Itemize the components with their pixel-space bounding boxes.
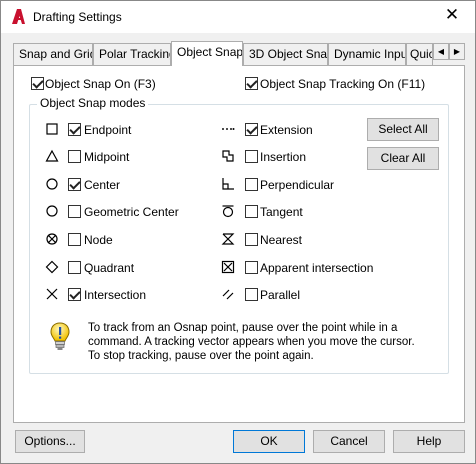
- midpoint-label: Midpoint: [84, 150, 130, 164]
- tab-snap-and-grid[interactable]: Snap and Grid: [13, 43, 93, 65]
- object-snap-tracking-on-checkbox[interactable]: [245, 77, 258, 90]
- object-snap-tracking-on-label: Object Snap Tracking On (F11): [260, 77, 426, 91]
- extension-icon: [222, 128, 235, 130]
- quadrant-label: Quadrant: [84, 261, 135, 275]
- tracking-hint-text: To track from an Osnap point, pause over…: [88, 322, 415, 362]
- object-snap-on-label: Object Snap On (F3): [45, 77, 156, 91]
- close-button[interactable]: ✕: [443, 6, 461, 24]
- intersection-label: Intersection: [84, 288, 147, 302]
- insertion-label: Insertion: [260, 150, 307, 164]
- object-snap-on-checkbox[interactable]: [31, 77, 44, 90]
- tab-dynamic-input[interactable]: Dynamic Input: [328, 43, 406, 65]
- midpoint-checkbox[interactable]: [68, 150, 81, 163]
- tab-object-snap[interactable]: Object Snap: [171, 41, 243, 66]
- help-button[interactable]: Help: [393, 430, 465, 453]
- insertion-checkbox[interactable]: [245, 150, 258, 163]
- cancel-button[interactable]: Cancel: [313, 430, 385, 453]
- perpendicular-label: Perpendicular: [260, 178, 335, 192]
- apparent-intersection-icon: [221, 260, 235, 274]
- autocad-logo-icon: [12, 9, 25, 24]
- tangent-label: Tangent: [260, 205, 303, 219]
- clear-all-button[interactable]: Clear All: [367, 147, 439, 170]
- extension-checkbox[interactable]: [245, 123, 258, 136]
- lightbulb-icon: [50, 322, 70, 350]
- window-title: Drafting Settings: [33, 10, 122, 24]
- extension-label: Extension: [260, 123, 313, 137]
- nearest-checkbox[interactable]: [245, 233, 258, 246]
- quadrant-checkbox[interactable]: [68, 261, 81, 274]
- nearest-label: Nearest: [260, 233, 303, 247]
- quadrant-diamond-icon: [45, 260, 59, 274]
- center-label: Center: [84, 178, 121, 192]
- perpendicular-checkbox[interactable]: [245, 178, 258, 191]
- geometric-center-label: Geometric Center: [84, 205, 179, 219]
- tab-scroll-left-button[interactable]: ◀: [433, 43, 449, 60]
- ok-button[interactable]: OK: [233, 430, 305, 453]
- tab-3d-object-snap[interactable]: 3D Object Snap: [243, 43, 328, 65]
- endpoint-checkbox[interactable]: [68, 123, 81, 136]
- node-icon: [46, 233, 58, 245]
- tangent-checkbox[interactable]: [245, 205, 258, 218]
- intersection-checkbox[interactable]: [68, 288, 81, 301]
- tab-polar-tracking[interactable]: Polar Tracking: [93, 43, 171, 65]
- node-label: Node: [84, 233, 113, 247]
- parallel-icon: [222, 289, 234, 300]
- object-snap-modes-title: Object Snap modes: [37, 96, 149, 110]
- node-checkbox[interactable]: [68, 233, 81, 246]
- options-button[interactable]: Options...: [15, 430, 85, 453]
- title-bar: Drafting Settings ✕: [1, 1, 475, 33]
- parallel-label: Parallel: [260, 288, 301, 302]
- apparent-intersection-label: Apparent intersection: [260, 261, 374, 275]
- endpoint-label: Endpoint: [84, 123, 132, 137]
- center-checkbox[interactable]: [68, 178, 81, 191]
- drafting-settings-dialog: Drafting Settings ✕ Snap and Grid Polar …: [0, 0, 476, 464]
- insertion-icon: [222, 150, 234, 162]
- midpoint-triangle-icon: [45, 149, 59, 162]
- geometric-center-checkbox[interactable]: [68, 205, 81, 218]
- tab-quick-properties[interactable]: Quic: [406, 43, 433, 65]
- tab-scroll-right-button[interactable]: ▶: [449, 43, 465, 60]
- tangent-icon: [222, 205, 234, 218]
- geometric-center-circle-icon: [46, 205, 58, 217]
- perpendicular-icon: [222, 178, 234, 190]
- intersection-x-icon: [46, 288, 58, 300]
- center-circle-icon: [46, 178, 58, 190]
- apparent-intersection-checkbox[interactable]: [245, 261, 258, 274]
- endpoint-square-icon: [46, 123, 58, 135]
- select-all-button[interactable]: Select All: [367, 118, 439, 141]
- tab-strip: Snap and Grid Polar Tracking Object Snap…: [13, 41, 465, 66]
- parallel-checkbox[interactable]: [245, 288, 258, 301]
- nearest-icon: [221, 233, 235, 245]
